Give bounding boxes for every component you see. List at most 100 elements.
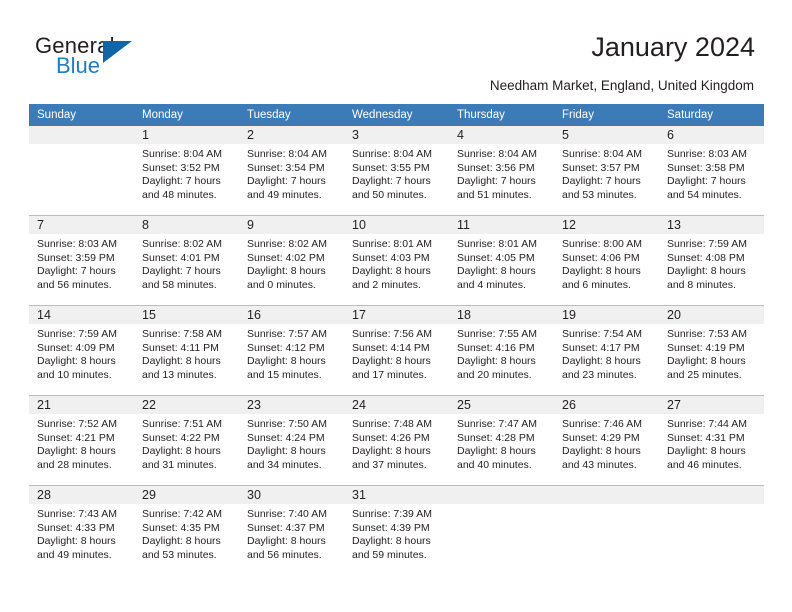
calendar-day-cell[interactable]: 15 Sunrise: 7:58 AM Sunset: 4:11 PM Dayligh…	[134, 305, 239, 396]
calendar-day-cell[interactable]: 8 Sunrise: 8:02 AM Sunset: 4:01 PM Daylight…	[134, 215, 239, 306]
calendar-day-cell[interactable]: 11 Sunrise: 8:01 AM Sunset: 4:05 PM Dayligh…	[449, 215, 554, 306]
page-subtitle: Needham Market, England, United Kingdom	[489, 78, 754, 93]
calendar-day-cell[interactable]: 12 Sunrise: 8:00 AM Sunset: 4:06 PM Dayligh…	[554, 215, 659, 306]
sunset-text: Sunset: 4:06 PM	[562, 251, 640, 264]
calendar-day-cell[interactable]	[29, 126, 134, 216]
calendar-page: General Blue January 2024 Needham Market…	[0, 0, 792, 612]
sunset-text: Sunset: 4:26 PM	[352, 431, 430, 444]
day-number: 6	[659, 126, 764, 144]
sunset-text: Sunset: 3:52 PM	[142, 161, 220, 174]
calendar-body: 1 Sunrise: 8:04 AM Sunset: 3:52 PM Daylight…	[29, 126, 764, 575]
calendar-day-cell[interactable]: 9 Sunrise: 8:02 AM Sunset: 4:02 PM Daylight…	[239, 215, 344, 306]
sunset-text: Sunset: 4:02 PM	[247, 251, 325, 264]
daylight-text-line2: and 25 minutes.	[667, 368, 742, 381]
sunset-text: Sunset: 4:14 PM	[352, 341, 430, 354]
sunset-text: Sunset: 4:03 PM	[352, 251, 430, 264]
day-number: 26	[554, 396, 659, 414]
calendar-day-cell[interactable]: 2 Sunrise: 8:04 AM Sunset: 3:54 PM Daylight…	[239, 126, 344, 216]
sunrise-text: Sunrise: 7:46 AM	[562, 418, 642, 430]
calendar-week-row: 21 Sunrise: 7:52 AM Sunset: 4:21 PM Dayligh…	[29, 395, 764, 486]
calendar-day-cell[interactable]: 18 Sunrise: 7:55 AM Sunset: 4:16 PM Dayligh…	[449, 305, 554, 396]
sunrise-text: Sunrise: 7:56 AM	[352, 328, 432, 340]
day-number: 30	[239, 486, 344, 504]
day-number	[659, 486, 764, 504]
day-number: 27	[659, 396, 764, 414]
calendar-week-row: 7 Sunrise: 8:03 AM Sunset: 3:59 PM Daylight…	[29, 215, 764, 306]
weekday-header-tuesday: Tuesday	[239, 104, 344, 126]
day-number: 9	[239, 216, 344, 234]
calendar-day-cell[interactable]: 19 Sunrise: 7:54 AM Sunset: 4:17 PM Dayligh…	[554, 305, 659, 396]
calendar-day-cell[interactable]: 20 Sunrise: 7:53 AM Sunset: 4:19 PM Dayligh…	[659, 305, 764, 396]
sunrise-text: Sunrise: 7:42 AM	[142, 508, 222, 520]
day-number: 28	[29, 486, 134, 504]
sunset-text: Sunset: 4:01 PM	[142, 251, 220, 264]
calendar-day-cell[interactable]: 7 Sunrise: 8:03 AM Sunset: 3:59 PM Daylight…	[29, 215, 134, 306]
calendar-day-cell[interactable]: 25 Sunrise: 7:47 AM Sunset: 4:28 PM Dayligh…	[449, 395, 554, 486]
daylight-text-line1: Daylight: 8 hours	[37, 535, 116, 547]
daylight-text-line2: and 20 minutes.	[457, 368, 532, 381]
calendar-day-cell[interactable]: 21 Sunrise: 7:52 AM Sunset: 4:21 PM Dayligh…	[29, 395, 134, 486]
general-blue-logo[interactable]: General Blue	[35, 33, 185, 79]
daylight-text-line1: Daylight: 8 hours	[667, 355, 746, 367]
day-number: 15	[134, 306, 239, 324]
daylight-text-line1: Daylight: 8 hours	[247, 355, 326, 367]
sunrise-text: Sunrise: 7:59 AM	[37, 328, 117, 340]
daylight-text-line1: Daylight: 7 hours	[247, 175, 326, 187]
calendar-day-cell[interactable]: 14 Sunrise: 7:59 AM Sunset: 4:09 PM Dayligh…	[29, 305, 134, 396]
calendar-day-cell[interactable]: 17 Sunrise: 7:56 AM Sunset: 4:14 PM Dayligh…	[344, 305, 449, 396]
daylight-text-line1: Daylight: 7 hours	[562, 175, 641, 187]
sunset-text: Sunset: 4:29 PM	[562, 431, 640, 444]
calendar-day-cell[interactable]: 26 Sunrise: 7:46 AM Sunset: 4:29 PM Dayligh…	[554, 395, 659, 486]
daylight-text-line1: Daylight: 8 hours	[562, 445, 641, 457]
day-number: 22	[134, 396, 239, 414]
calendar-day-cell[interactable]: 4 Sunrise: 8:04 AM Sunset: 3:56 PM Daylight…	[449, 126, 554, 216]
calendar-day-cell[interactable]	[554, 485, 659, 575]
sunset-text: Sunset: 4:05 PM	[457, 251, 535, 264]
calendar-day-cell[interactable]: 13 Sunrise: 7:59 AM Sunset: 4:08 PM Dayligh…	[659, 215, 764, 306]
sunrise-text: Sunrise: 8:00 AM	[562, 238, 642, 250]
daylight-text-line1: Daylight: 8 hours	[352, 265, 431, 277]
sunset-text: Sunset: 4:35 PM	[142, 521, 220, 534]
sunset-text: Sunset: 4:33 PM	[37, 521, 115, 534]
calendar-day-cell[interactable]: 27 Sunrise: 7:44 AM Sunset: 4:31 PM Dayligh…	[659, 395, 764, 486]
daylight-text-line1: Daylight: 7 hours	[142, 265, 221, 277]
daylight-text-line1: Daylight: 8 hours	[142, 535, 221, 547]
calendar-day-cell[interactable]	[659, 485, 764, 575]
calendar-day-cell[interactable]: 23 Sunrise: 7:50 AM Sunset: 4:24 PM Dayligh…	[239, 395, 344, 486]
weekday-header-monday: Monday	[134, 104, 239, 126]
sunrise-text: Sunrise: 7:51 AM	[142, 418, 222, 430]
day-number: 20	[659, 306, 764, 324]
daylight-text-line1: Daylight: 8 hours	[37, 355, 116, 367]
sunset-text: Sunset: 4:39 PM	[352, 521, 430, 534]
sunset-text: Sunset: 4:09 PM	[37, 341, 115, 354]
daylight-text-line2: and 51 minutes.	[457, 188, 532, 201]
daylight-text-line2: and 59 minutes.	[352, 548, 427, 561]
calendar-grid: Sunday Monday Tuesday Wednesday Thursday…	[29, 104, 764, 575]
daylight-text-line1: Daylight: 8 hours	[142, 445, 221, 457]
daylight-text-line2: and 6 minutes.	[562, 278, 631, 291]
calendar-day-cell[interactable]: 5 Sunrise: 8:04 AM Sunset: 3:57 PM Daylight…	[554, 126, 659, 216]
calendar-day-cell[interactable]: 22 Sunrise: 7:51 AM Sunset: 4:22 PM Dayligh…	[134, 395, 239, 486]
daylight-text-line2: and 10 minutes.	[37, 368, 112, 381]
calendar-day-cell[interactable]: 29 Sunrise: 7:42 AM Sunset: 4:35 PM Dayligh…	[134, 485, 239, 575]
sunset-text: Sunset: 3:54 PM	[247, 161, 325, 174]
sunset-text: Sunset: 3:55 PM	[352, 161, 430, 174]
calendar-day-cell[interactable]: 28 Sunrise: 7:43 AM Sunset: 4:33 PM Dayligh…	[29, 485, 134, 575]
calendar-day-cell[interactable]: 16 Sunrise: 7:57 AM Sunset: 4:12 PM Dayligh…	[239, 305, 344, 396]
logo-triangle-icon	[103, 41, 132, 63]
calendar-day-cell[interactable]: 31 Sunrise: 7:39 AM Sunset: 4:39 PM Dayligh…	[344, 485, 449, 575]
calendar-day-cell[interactable]: 6 Sunrise: 8:03 AM Sunset: 3:58 PM Daylight…	[659, 126, 764, 216]
day-number	[29, 126, 134, 144]
calendar-day-cell[interactable]: 10 Sunrise: 8:01 AM Sunset: 4:03 PM Dayligh…	[344, 215, 449, 306]
calendar-day-cell[interactable]: 30 Sunrise: 7:40 AM Sunset: 4:37 PM Dayligh…	[239, 485, 344, 575]
calendar-day-cell[interactable]: 3 Sunrise: 8:04 AM Sunset: 3:55 PM Daylight…	[344, 126, 449, 216]
sunrise-text: Sunrise: 7:59 AM	[667, 238, 747, 250]
calendar-day-cell[interactable]: 24 Sunrise: 7:48 AM Sunset: 4:26 PM Dayligh…	[344, 395, 449, 486]
daylight-text-line2: and 8 minutes.	[667, 278, 736, 291]
calendar-day-cell[interactable]	[449, 485, 554, 575]
sunset-text: Sunset: 4:24 PM	[247, 431, 325, 444]
calendar-day-cell[interactable]: 1 Sunrise: 8:04 AM Sunset: 3:52 PM Daylight…	[134, 126, 239, 216]
sunrise-text: Sunrise: 7:54 AM	[562, 328, 642, 340]
day-number: 12	[554, 216, 659, 234]
daylight-text-line1: Daylight: 8 hours	[667, 265, 746, 277]
